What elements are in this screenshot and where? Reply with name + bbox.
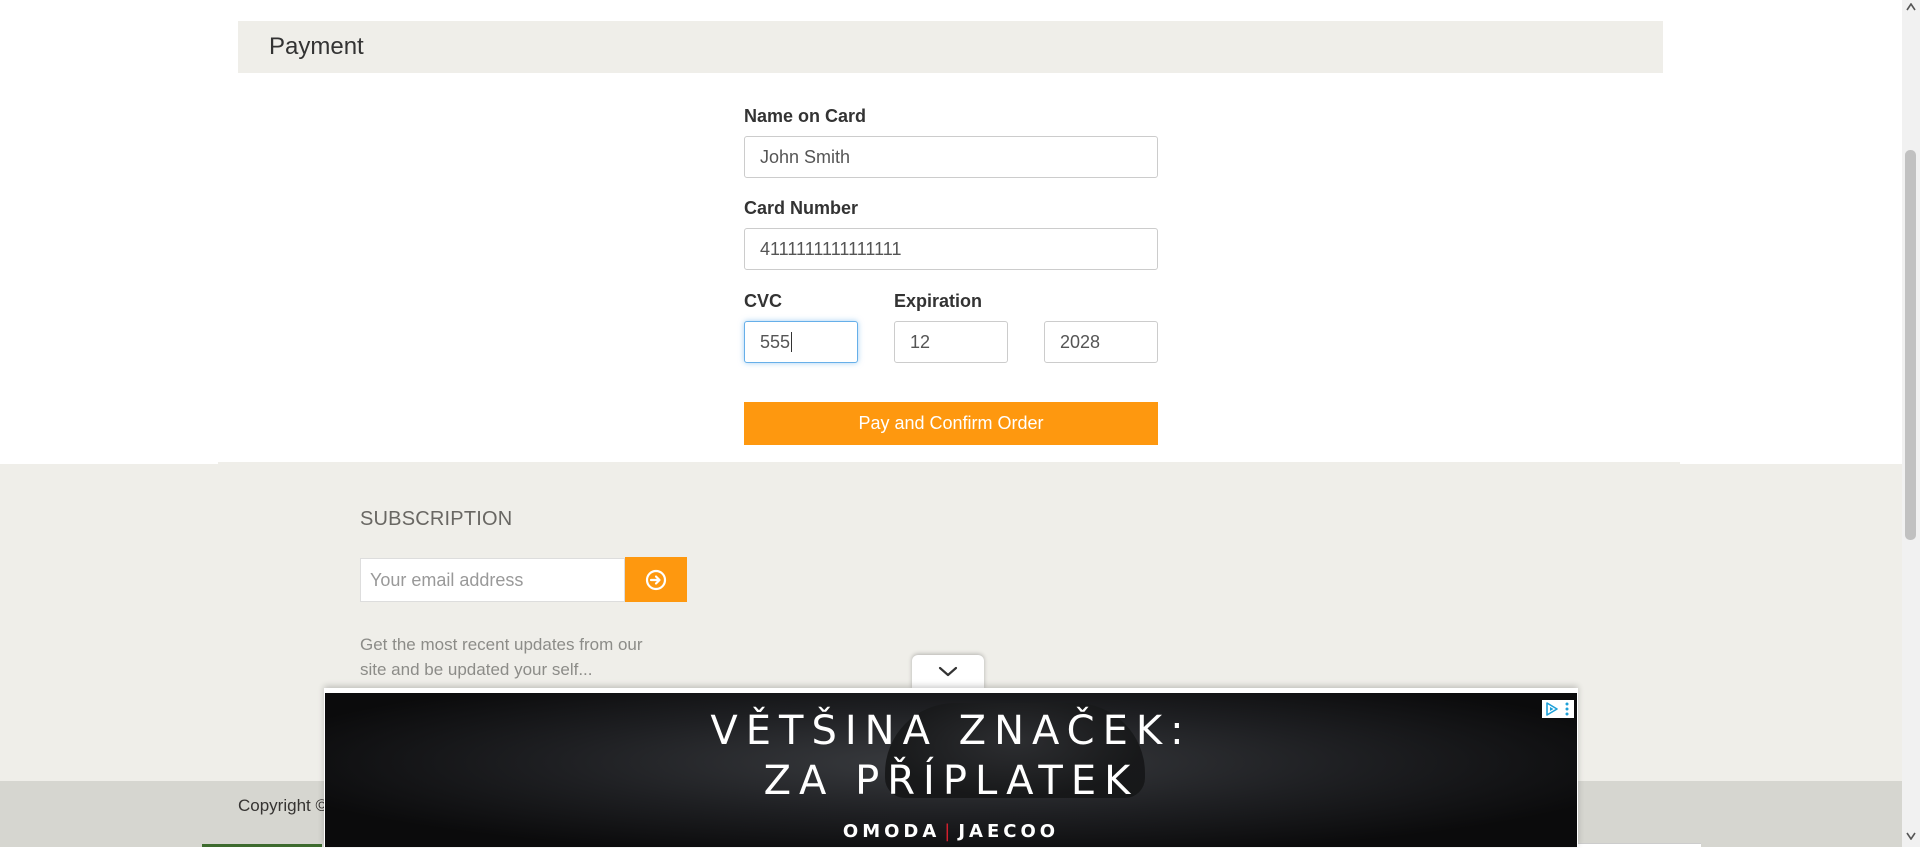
expiration-month-value: 12 xyxy=(910,332,931,352)
card-number-label: Card Number xyxy=(744,198,859,218)
ad-headline-line1: VĚTŠINA ZNAČEK: xyxy=(710,708,1192,754)
expiration-year-value: 2028 xyxy=(1060,332,1101,352)
scroll-up-arrow-icon[interactable] xyxy=(1906,3,1916,11)
scrollbar-thumb[interactable] xyxy=(1905,150,1916,540)
subscription-title: SUBSCRIPTION xyxy=(360,508,513,530)
card-number-input[interactable]: 4111111111111111 xyxy=(744,228,1158,270)
ad-headline-line2: ZA PŘÍPLATEK xyxy=(763,758,1139,804)
payment-header: Payment xyxy=(238,21,1663,73)
ad-choices[interactable] xyxy=(1542,700,1574,718)
text-caret xyxy=(791,331,793,352)
subscription-description: Get the most recent updates from our sit… xyxy=(360,635,643,679)
footer-top-edge xyxy=(218,462,1680,466)
name-on-card-value: John Smith xyxy=(760,147,851,167)
adchoices-icon xyxy=(1546,702,1558,716)
ad-banner[interactable]: VĚTŠINA ZNAČEK: ZA PŘÍPLATEK OMODA | JAECO… xyxy=(325,693,1577,847)
copyright-text: Copyright © xyxy=(238,796,329,815)
expiration-month-input[interactable]: 12 xyxy=(894,321,1008,363)
subscription-email-input[interactable]: Your email address xyxy=(360,558,625,602)
kebab-menu-icon xyxy=(1565,702,1569,716)
subscription-email-placeholder: Your email address xyxy=(370,570,524,590)
scroll-down-arrow-icon[interactable] xyxy=(1906,832,1916,840)
ad-collapse-tab[interactable] xyxy=(912,655,984,689)
pay-and-confirm-order-button[interactable]: Pay and Confirm Order xyxy=(744,402,1158,445)
ad-panel: VĚTŠINA ZNAČEK: ZA PŘÍPLATEK OMODA | JAECO… xyxy=(324,688,1578,847)
card-number-value: 4111111111111111 xyxy=(760,239,902,259)
ad-brand-left: OMODA xyxy=(842,821,941,842)
cvc-value: 555 xyxy=(760,332,791,352)
ad-brand-separator: | xyxy=(944,821,955,842)
cvc-input[interactable]: 555 xyxy=(744,321,858,363)
cvc-label: CVC xyxy=(744,291,783,311)
name-on-card-input[interactable]: John Smith xyxy=(744,136,1158,178)
expiration-year-input[interactable]: 2028 xyxy=(1044,321,1158,363)
chevron-down-icon xyxy=(938,666,958,677)
vertical-scrollbar[interactable] xyxy=(1902,0,1920,847)
subscribe-button[interactable] xyxy=(625,557,687,602)
arrow-circle-right-icon xyxy=(645,569,667,591)
name-on-card-label: Name on Card xyxy=(744,106,867,126)
payment-title: Payment xyxy=(269,33,364,60)
ad-brand-logo: OMODA | JAECOO xyxy=(325,821,1577,842)
expiration-label: Expiration xyxy=(894,291,983,311)
ad-brand-right: JAECOO xyxy=(958,821,1060,842)
footer-box-edge xyxy=(1576,843,1701,848)
